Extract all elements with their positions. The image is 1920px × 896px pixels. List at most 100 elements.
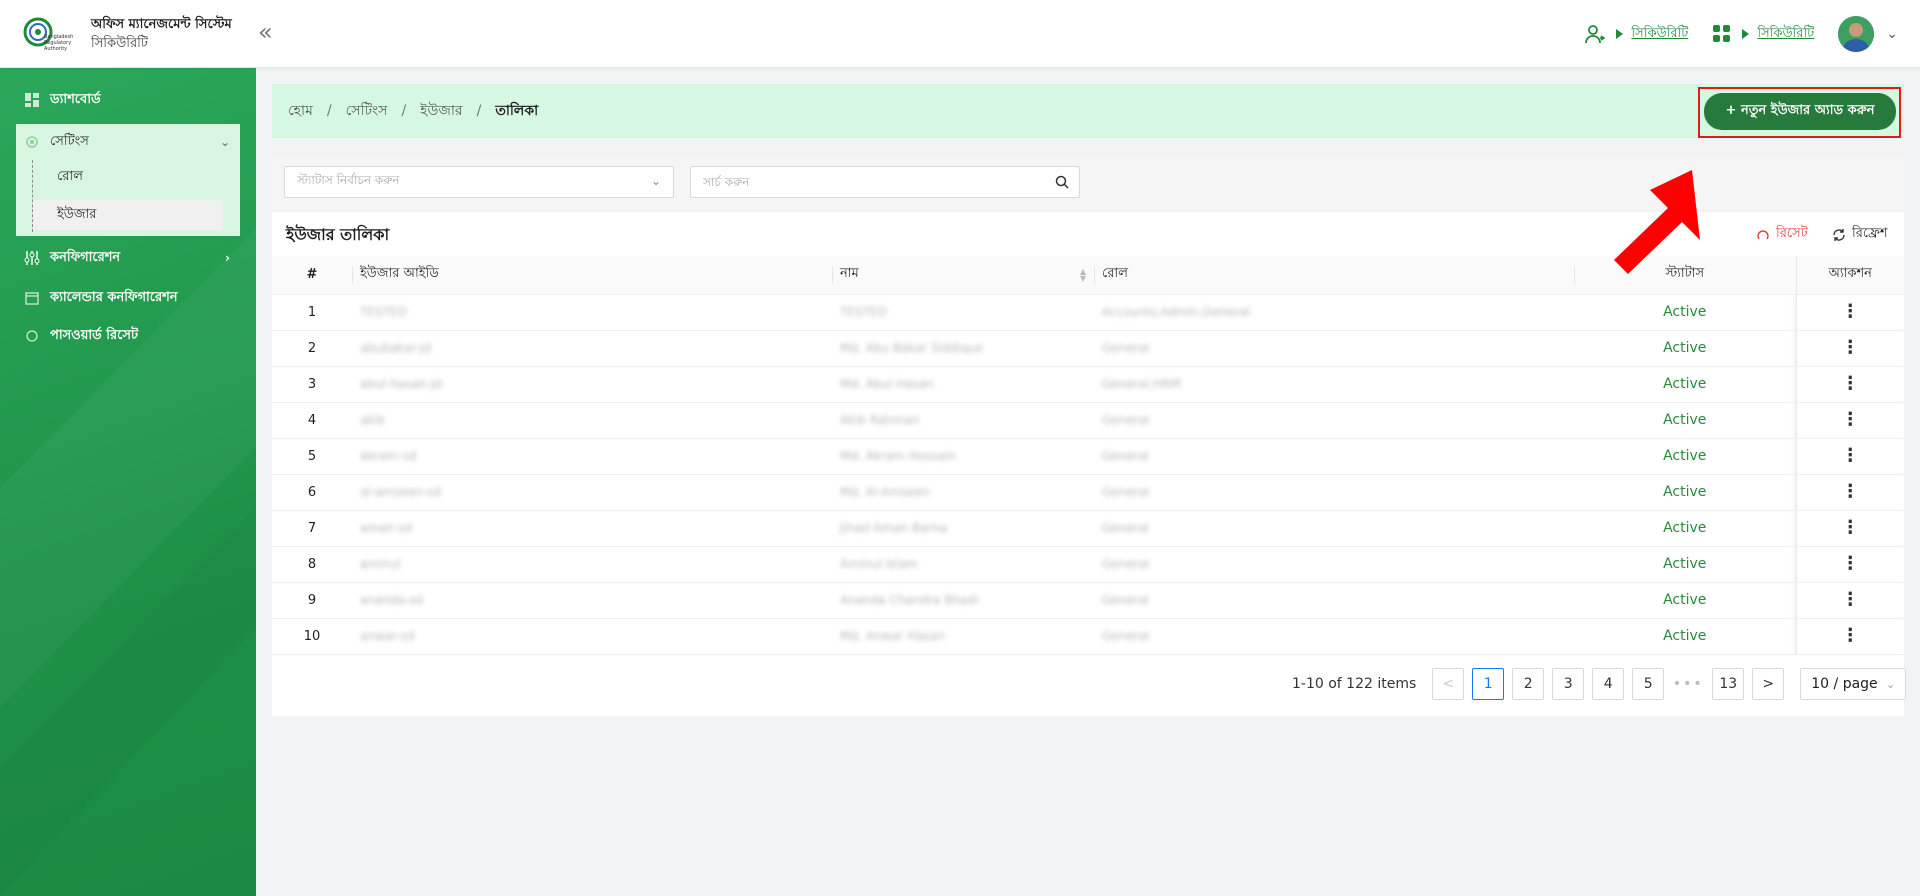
- breadcrumb-current: তালিকা: [495, 103, 539, 119]
- row-user-id: abubakar-jd: [352, 330, 832, 367]
- table-row: 8 aminul Aminul Islam General Active ⋮: [272, 546, 1904, 583]
- row-role: General: [1094, 438, 1574, 475]
- search-input[interactable]: [703, 175, 1033, 189]
- row-user-id: al-amseen-sd: [352, 474, 832, 511]
- row-role: General: [1094, 474, 1574, 511]
- table-row: 2 abubakar-jd Md. Abu Bakar Siddique Genera…: [272, 330, 1904, 367]
- row-name: Md. Akram Hossain: [832, 438, 1094, 475]
- sidebar-item-config[interactable]: কনফিগারেশন ›: [16, 240, 240, 276]
- row-name: Md. Anwar Hasan: [832, 618, 1094, 655]
- chevron-down-icon: ⌄: [650, 174, 661, 188]
- page-ellipsis[interactable]: •••: [1672, 676, 1704, 692]
- table-body: 1 TESTED TESTED Accounts,Admin,General Activ…: [272, 294, 1904, 655]
- col-header-role: রোল: [1094, 256, 1574, 295]
- refresh-label: রিফ্রেশ: [1852, 226, 1888, 241]
- page-size-select[interactable]: 10 / page ⌄: [1800, 668, 1907, 700]
- chevron-down-icon: ⌄: [1886, 677, 1896, 691]
- more-actions-icon[interactable]: ⋮: [1841, 553, 1859, 574]
- sidebar-item-password-reset[interactable]: পাসওয়ার্ড রিসেট: [16, 318, 240, 354]
- sort-icon[interactable]: ▲ ▼: [1080, 268, 1086, 283]
- refresh-button[interactable]: রিফ্রেশ: [1832, 224, 1888, 245]
- user-switch-icon: [1584, 22, 1608, 46]
- more-actions-icon[interactable]: ⋮: [1841, 589, 1859, 610]
- row-role: General: [1094, 546, 1574, 583]
- row-name: Md. Al-Amseen: [832, 474, 1094, 511]
- status-select[interactable]: স্ট্যাটাস নির্বাচন করুন ⌄: [284, 166, 674, 198]
- row-role: General: [1094, 330, 1574, 367]
- prev-page-button[interactable]: <: [1432, 668, 1465, 700]
- row-num: 4: [272, 402, 352, 439]
- row-status: Active: [1574, 618, 1796, 655]
- top-header: Bangladesh Regulatory Authority অফিস ম্য…: [0, 0, 1920, 68]
- more-actions-icon[interactable]: ⋮: [1841, 517, 1859, 538]
- row-action: ⋮: [1795, 582, 1904, 619]
- more-actions-icon[interactable]: ⋮: [1841, 373, 1859, 394]
- search-icon[interactable]: [1055, 175, 1069, 192]
- more-actions-icon[interactable]: ⋮: [1841, 301, 1859, 322]
- breadcrumb-home[interactable]: হোম: [288, 99, 313, 123]
- caret-right-icon: [1616, 29, 1624, 39]
- table-title: ইউজার তালিকা: [286, 225, 390, 244]
- user-avatar[interactable]: [1838, 16, 1875, 52]
- sidebar-item-role[interactable]: রোল: [33, 162, 223, 192]
- next-page-button[interactable]: >: [1752, 668, 1785, 700]
- sidebar-item-settings[interactable]: সেটিংস ⌄: [16, 124, 240, 160]
- row-num: 6: [272, 474, 352, 511]
- breadcrumb-separator: /: [326, 103, 332, 119]
- page-button-last[interactable]: 13: [1712, 668, 1745, 700]
- row-name: Jihad Aman Barna: [832, 510, 1094, 547]
- page-button-5[interactable]: 5: [1632, 668, 1665, 700]
- security-link-1[interactable]: সিকিউরিটি: [1631, 24, 1688, 45]
- more-actions-icon[interactable]: ⋮: [1841, 481, 1859, 502]
- apps-grid-icon: [1710, 22, 1734, 46]
- page-button-1[interactable]: 1: [1472, 668, 1505, 700]
- table-row: 5 akram-sd Md. Akram Hossain General Active ⋮: [272, 438, 1904, 475]
- breadcrumb-settings[interactable]: সেটিংস: [346, 99, 388, 123]
- page-button-4[interactable]: 4: [1592, 668, 1625, 700]
- more-actions-icon[interactable]: ⋮: [1841, 337, 1859, 358]
- security-link-2[interactable]: সিকিউরিটি: [1757, 24, 1814, 45]
- row-user-id: aman-sd: [352, 510, 832, 547]
- row-action: ⋮: [1795, 618, 1904, 655]
- table-row: 3 abul-hasan-jd Md. Abul Hasan General,HRM A…: [272, 366, 1904, 403]
- gear-icon: [24, 134, 40, 150]
- col-header-name[interactable]: নাম ▲ ▼: [832, 256, 1094, 295]
- more-actions-icon[interactable]: ⋮: [1841, 409, 1859, 430]
- add-user-button[interactable]: + নতুন ইউজার অ্যাড করুন: [1704, 93, 1896, 130]
- row-user-id: abul-hasan-jd: [352, 366, 832, 403]
- page-button-3[interactable]: 3: [1552, 668, 1585, 700]
- sidebar-item-user[interactable]: ইউজার: [33, 200, 223, 230]
- col-header-user-id: ইউজার আইডি: [352, 256, 832, 295]
- row-num: 7: [272, 510, 352, 547]
- row-user-id: anwar-sd: [352, 618, 832, 655]
- reset-button[interactable]: রিসেট: [1756, 224, 1808, 245]
- collapse-sidebar-icon[interactable]: «: [258, 20, 273, 44]
- row-name: Md. Abul Hasan: [832, 366, 1094, 403]
- row-num: 8: [272, 546, 352, 583]
- row-role: Accounts,Admin,General: [1094, 294, 1574, 331]
- row-role: General: [1094, 402, 1574, 439]
- sidebar-label: ড্যাশবোর্ড: [50, 91, 101, 107]
- sidebar: ড্যাশবোর্ড সেটিংস ⌄ রোল ইউজার কনফিগারেশন…: [0, 68, 256, 896]
- breadcrumb-user[interactable]: ইউজার: [420, 99, 462, 123]
- more-actions-icon[interactable]: ⋮: [1841, 445, 1859, 466]
- row-name: Md. Abu Bakar Siddique: [832, 330, 1094, 367]
- row-num: 3: [272, 366, 352, 403]
- row-name: TESTED: [832, 294, 1094, 331]
- sidebar-item-dashboard[interactable]: ড্যাশবোর্ড: [16, 82, 240, 118]
- page-button-2[interactable]: 2: [1512, 668, 1545, 700]
- refresh-icon: [1833, 228, 1845, 241]
- row-status: Active: [1574, 546, 1796, 583]
- page-size-value: 10 / page: [1811, 676, 1878, 692]
- row-status: Active: [1574, 330, 1796, 367]
- app-title: অফিস ম্যানেজমেন্ট সিস্টেম: [91, 17, 232, 32]
- more-actions-icon[interactable]: ⋮: [1841, 625, 1859, 646]
- row-role: General: [1094, 618, 1574, 655]
- dashboard-icon: [24, 92, 40, 108]
- caret-right-icon: [1742, 29, 1750, 39]
- sidebar-item-calendar-config[interactable]: ক্যালেন্ডার কনফিগারেশন: [16, 280, 240, 316]
- row-user-id: aminul: [352, 546, 832, 583]
- chevron-down-icon[interactable]: ⌄: [1886, 26, 1898, 42]
- row-status: Active: [1574, 402, 1796, 439]
- row-status: Active: [1574, 366, 1796, 403]
